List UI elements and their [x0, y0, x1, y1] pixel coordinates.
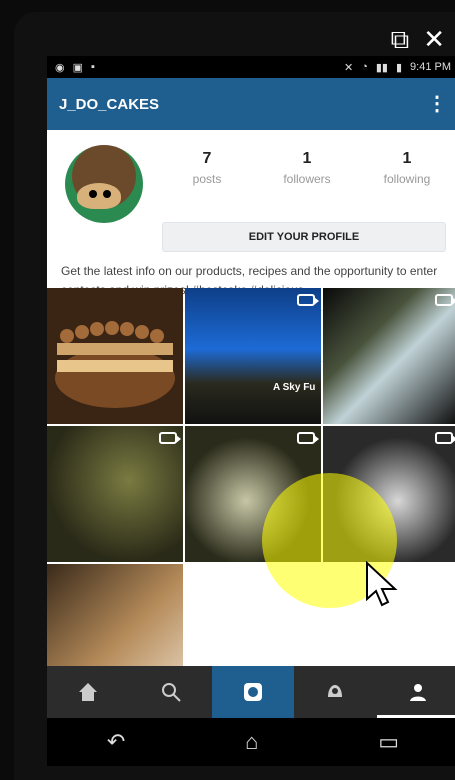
video-indicator-icon [435, 294, 455, 306]
android-home-icon[interactable]: ⌂ [245, 729, 258, 755]
video-indicator-icon [435, 432, 455, 444]
open-external-icon[interactable]: ⧉ [391, 26, 410, 52]
cake-photo [47, 288, 183, 424]
mute-icon: ✕ [343, 61, 354, 74]
battery-icon: ▮ [395, 61, 403, 74]
hedgehog-face [77, 183, 121, 209]
posts-grid: A Sky Fu [47, 288, 455, 700]
eye-icon-left [89, 190, 97, 198]
nav-camera[interactable] [211, 666, 295, 718]
signal-icon: ▮▮ [375, 61, 388, 74]
status-bar: ◉ ▣ ▪ ✕ ◔ ▮▮ ▮ 9:41 PM [47, 56, 455, 78]
followers-count: 1 [302, 150, 312, 167]
back-icon[interactable]: ↶ [107, 729, 125, 755]
username-title: J_DO_CAKES [59, 95, 160, 113]
activity-icon [328, 685, 343, 697]
nav-home[interactable] [47, 666, 129, 718]
recent-apps-icon[interactable]: ▭ [378, 729, 399, 755]
more-options-icon[interactable]: ⋮ [427, 94, 447, 114]
close-icon[interactable]: ✕ [423, 26, 445, 52]
followers-stat[interactable]: 1 followers [262, 150, 352, 186]
wifi-icon: ◔ [361, 61, 368, 73]
followers-label: followers [283, 172, 331, 186]
mouse-cursor-icon [366, 561, 398, 607]
profile-stats: 7 posts 1 followers 1 following [162, 150, 452, 186]
following-stat[interactable]: 1 following [362, 150, 452, 186]
profile-header: J_DO_CAKES ⋮ [47, 78, 455, 130]
avatar[interactable] [65, 145, 143, 223]
profile-icon [409, 684, 426, 701]
bottom-navigation [47, 666, 455, 718]
video-indicator-icon [297, 432, 319, 444]
following-label: following [383, 172, 431, 186]
edit-profile-button[interactable]: EDIT YOUR PROFILE [162, 222, 446, 252]
eye-icon-right [103, 190, 111, 198]
lock-icon: ▪ [91, 61, 95, 73]
nav-profile[interactable] [376, 666, 455, 718]
phone-frame: ⧉ ✕ ◉ ▣ ▪ ✕ ◔ ▮▮ ▮ 9:41 PM J_DO_CAKES ⋮ [14, 12, 455, 780]
camera-icon [244, 683, 263, 701]
search-icon [161, 683, 181, 702]
grid-tile-sky[interactable]: A Sky Fu [185, 288, 321, 424]
status-right-icons: ✕ ◔ ▮▮ ▮ 9:41 PM [344, 61, 451, 74]
posts-label: posts [192, 172, 222, 186]
overlay-controls: ⧉ ✕ [391, 26, 445, 52]
grid-tile-cup-1[interactable] [47, 426, 183, 562]
posts-count: 7 [202, 150, 212, 167]
video-indicator-icon [297, 294, 319, 306]
image-icon: ▣ [72, 61, 84, 74]
tile-caption: A Sky Fu [273, 382, 316, 393]
grid-tile-abstract[interactable] [323, 288, 455, 424]
grid-tile-cake[interactable] [47, 288, 183, 424]
posts-stat[interactable]: 7 posts [162, 150, 252, 186]
home-icon [79, 683, 98, 701]
video-indicator-icon [159, 432, 181, 444]
clock-time: 9:41 PM [410, 61, 451, 73]
following-count: 1 [402, 150, 412, 167]
nav-search[interactable] [129, 666, 211, 718]
profile-info: 7 posts 1 followers 1 following EDIT YOU… [47, 130, 455, 362]
status-left-icons: ◉ ▣ ▪ [55, 61, 95, 74]
app-screen: ◉ ▣ ▪ ✕ ◔ ▮▮ ▮ 9:41 PM J_DO_CAKES ⋮ 7 po… [47, 56, 455, 766]
eye-icon: ◉ [55, 61, 65, 74]
nav-activity[interactable] [294, 666, 376, 718]
android-navigation-bar: ↶ ⌂ ▭ [47, 718, 455, 766]
